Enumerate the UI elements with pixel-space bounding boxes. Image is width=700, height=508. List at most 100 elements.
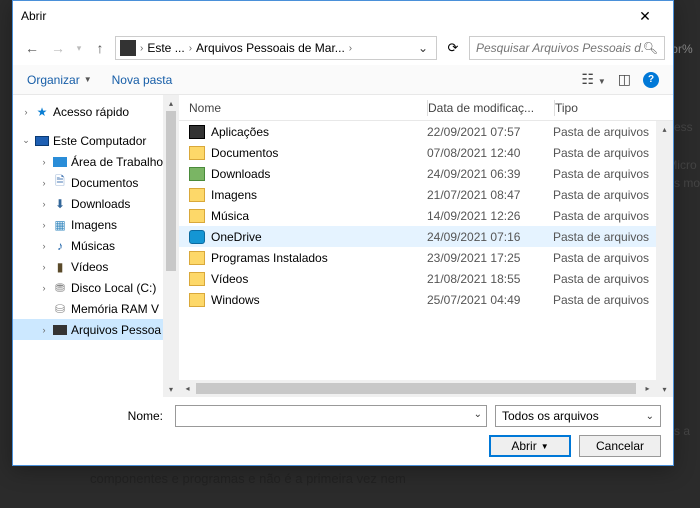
open-button[interactable]: Abrir▼ bbox=[489, 435, 571, 457]
file-type: Pasta de arquivos bbox=[553, 188, 673, 202]
pc-icon bbox=[34, 134, 50, 148]
chevron-down-icon[interactable]: ⌄ bbox=[474, 409, 482, 420]
chevron-right-icon: › bbox=[138, 43, 145, 54]
scroll-down-button[interactable]: ▾ bbox=[656, 381, 673, 397]
horizontal-scrollbar[interactable]: ◂ ▸ bbox=[179, 380, 656, 397]
organize-menu[interactable]: Organizar▼ bbox=[27, 73, 92, 87]
file-row[interactable]: Documentos07/08/2021 12:40Pasta de arqui… bbox=[179, 142, 673, 163]
breadcrumb[interactable]: › Este ... › Arquivos Pessoais de Mar...… bbox=[115, 36, 437, 60]
file-date: 07/08/2021 12:40 bbox=[427, 146, 553, 160]
chevron-right-icon[interactable]: › bbox=[39, 157, 49, 167]
filename-input[interactable]: ⌄ bbox=[175, 405, 487, 427]
file-list: Aplicações22/09/2021 07:57Pasta de arqui… bbox=[179, 121, 673, 380]
file-name: Documentos bbox=[211, 146, 278, 160]
file-type: Pasta de arquivos bbox=[553, 167, 673, 181]
file-date: 21/08/2021 18:55 bbox=[427, 272, 553, 286]
file-row[interactable]: Aplicações22/09/2021 07:57Pasta de arqui… bbox=[179, 121, 673, 142]
sidebar-item-music[interactable]: ›♪Músicas bbox=[13, 235, 179, 256]
sidebar-item-images[interactable]: ›▦Imagens bbox=[13, 214, 179, 235]
document-icon: 🗎 bbox=[52, 176, 68, 190]
sidebar-item-quick-access[interactable]: ›★Acesso rápido bbox=[13, 101, 179, 122]
breadcrumb-root[interactable]: Este ... bbox=[147, 41, 184, 55]
search-box[interactable]: 🔍︎ bbox=[469, 36, 665, 60]
sidebar-item-downloads[interactable]: ›⬇Downloads bbox=[13, 193, 179, 214]
disk-icon: ⛁ bbox=[52, 302, 68, 316]
file-type: Pasta de arquivos bbox=[553, 272, 673, 286]
column-type[interactable]: Tipo bbox=[555, 101, 673, 115]
file-row[interactable]: Windows25/07/2021 04:49Pasta de arquivos bbox=[179, 289, 673, 310]
search-icon[interactable]: 🔍︎ bbox=[643, 41, 658, 55]
file-type: Pasta de arquivos bbox=[553, 230, 673, 244]
sidebar-item-videos[interactable]: ›▮Vídeos bbox=[13, 256, 179, 277]
scroll-left-button[interactable]: ◂ bbox=[179, 380, 196, 397]
chevron-right-icon[interactable]: › bbox=[39, 220, 49, 230]
scroll-right-button[interactable]: ▸ bbox=[639, 380, 656, 397]
close-button[interactable]: ✕ bbox=[625, 2, 665, 30]
file-type: Pasta de arquivos bbox=[553, 293, 673, 307]
column-date[interactable]: Data de modificaç... bbox=[428, 101, 554, 115]
folder-icon bbox=[189, 209, 205, 223]
vertical-scrollbar[interactable]: ▴ ▾ bbox=[656, 121, 673, 397]
open-file-dialog: Abrir ✕ ← → ▾ ↑ › Este ... › Arquivos Pe… bbox=[12, 0, 674, 466]
scroll-thumb[interactable] bbox=[196, 383, 636, 394]
chevron-right-icon[interactable]: › bbox=[21, 107, 31, 117]
sidebar-item-ram[interactable]: ⛁Memória RAM V bbox=[13, 298, 179, 319]
scroll-up-button[interactable]: ▴ bbox=[163, 95, 179, 111]
file-name: Downloads bbox=[211, 167, 270, 181]
sidebar-item-this-pc[interactable]: ⌄Este Computador bbox=[13, 130, 179, 151]
sidebar-item-disk-c[interactable]: ›⛃Disco Local (C:) bbox=[13, 277, 179, 298]
chevron-down-icon[interactable]: ⌄ bbox=[21, 135, 31, 146]
sidebar-item-personal-files[interactable]: ›Arquivos Pessoa bbox=[13, 319, 179, 340]
chevron-down-icon[interactable]: ⌄ bbox=[646, 411, 654, 422]
footer: Nome: ⌄ Todos os arquivos ⌄ Abrir▼ Cance… bbox=[13, 397, 673, 465]
chevron-right-icon[interactable]: › bbox=[39, 199, 49, 209]
file-date: 23/09/2021 17:25 bbox=[427, 251, 553, 265]
folder-icon bbox=[189, 230, 205, 244]
file-row[interactable]: Downloads24/09/2021 06:39Pasta de arquiv… bbox=[179, 163, 673, 184]
forward-button[interactable]: → bbox=[47, 37, 69, 59]
file-date: 14/09/2021 12:26 bbox=[427, 209, 553, 223]
scroll-thumb[interactable] bbox=[166, 111, 176, 271]
chevron-right-icon[interactable]: › bbox=[39, 325, 49, 335]
drive-icon bbox=[120, 40, 136, 56]
disk-icon: ⛃ bbox=[52, 281, 68, 295]
help-icon[interactable]: ? bbox=[643, 72, 659, 88]
file-row[interactable]: OneDrive24/09/2021 07:16Pasta de arquivo… bbox=[179, 226, 673, 247]
refresh-button[interactable]: ⟳ bbox=[441, 36, 465, 60]
scroll-down-button[interactable]: ▾ bbox=[163, 381, 179, 397]
up-button[interactable]: ↑ bbox=[89, 37, 111, 59]
image-icon: ▦ bbox=[52, 218, 68, 232]
preview-pane-button[interactable]: ◫ bbox=[618, 71, 631, 88]
file-row[interactable]: Vídeos 21/08/2021 18:55Pasta de arquivos bbox=[179, 268, 673, 289]
music-icon: ♪ bbox=[52, 239, 68, 253]
chevron-right-icon[interactable]: › bbox=[39, 262, 49, 272]
file-type: Pasta de arquivos bbox=[553, 209, 673, 223]
new-folder-button[interactable]: Nova pasta bbox=[112, 73, 173, 87]
sidebar-item-documents[interactable]: ›🗎Documentos bbox=[13, 172, 179, 193]
file-name: Vídeos bbox=[211, 272, 248, 286]
file-name: Aplicações bbox=[211, 125, 269, 139]
scroll-up-button[interactable]: ▴ bbox=[656, 121, 673, 137]
recent-dropdown[interactable]: ▾ bbox=[73, 37, 85, 59]
file-row[interactable]: Música14/09/2021 12:26Pasta de arquivos bbox=[179, 205, 673, 226]
chevron-right-icon[interactable]: › bbox=[39, 178, 49, 188]
chevron-right-icon: › bbox=[347, 43, 354, 54]
folder-icon bbox=[189, 188, 205, 202]
breadcrumb-path[interactable]: Arquivos Pessoais de Mar... bbox=[196, 41, 345, 55]
breadcrumb-dropdown[interactable]: ⌄ bbox=[414, 41, 432, 55]
chevron-right-icon[interactable]: › bbox=[39, 241, 49, 251]
view-mode-button[interactable]: ☷ ▼ bbox=[581, 71, 605, 88]
file-row[interactable]: Imagens21/07/2021 08:47Pasta de arquivos bbox=[179, 184, 673, 205]
file-date: 21/07/2021 08:47 bbox=[427, 188, 553, 202]
sidebar-item-desktop[interactable]: ›Área de Trabalho bbox=[13, 151, 179, 172]
sidebar-scrollbar[interactable]: ▴ ▾ bbox=[163, 95, 179, 397]
desktop-icon bbox=[52, 155, 68, 169]
search-input[interactable] bbox=[476, 41, 643, 55]
chevron-right-icon: › bbox=[187, 43, 194, 54]
filetype-filter[interactable]: Todos os arquivos ⌄ bbox=[495, 405, 661, 427]
cancel-button[interactable]: Cancelar bbox=[579, 435, 661, 457]
column-name[interactable]: Nome bbox=[179, 101, 427, 115]
file-row[interactable]: Programas Instalados23/09/2021 17:25Past… bbox=[179, 247, 673, 268]
chevron-right-icon[interactable]: › bbox=[39, 283, 49, 293]
back-button[interactable]: ← bbox=[21, 37, 43, 59]
